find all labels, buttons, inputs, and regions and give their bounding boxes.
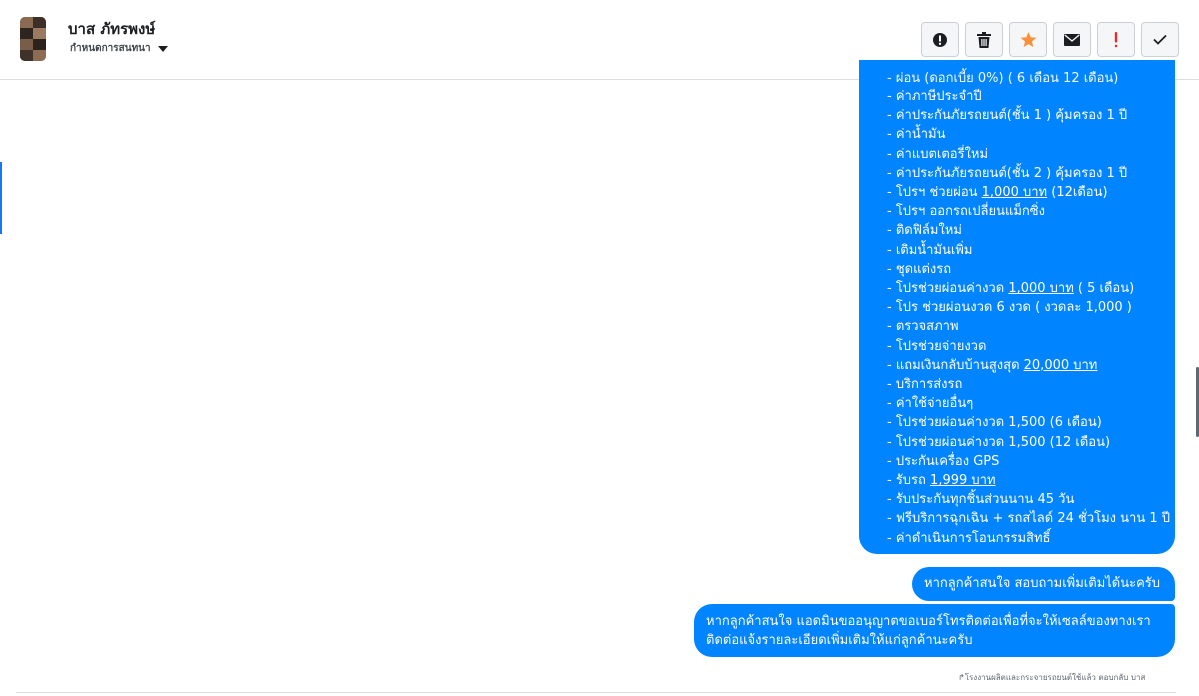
message-bubble[interactable]: หากลูกค้าสนใจ สอบถามเพิ่มเติมได้นะครับ xyxy=(912,567,1175,601)
line-text: - ค่าใช้จ่ายอื่นๆ xyxy=(887,396,974,412)
line-text: - โปร ช่วยผ่อนงวด 6 งวด ( งวดละ 1,000 ) xyxy=(887,300,1132,316)
line-text: - ค่าแบตเตอรี่ใหม่ xyxy=(887,146,989,162)
line-text: - โปรฯ ช่วยผ่อน xyxy=(887,185,982,201)
conversation-toolbar xyxy=(921,22,1179,57)
caret-down-icon xyxy=(157,45,168,52)
message-line: - รับรถ 1,999 บาท xyxy=(887,471,1170,490)
envelope-icon xyxy=(1064,33,1080,46)
message-line: - เติมน้ำมันเพิ่ม xyxy=(887,241,1170,260)
exclamation-icon xyxy=(1114,31,1118,47)
avatar[interactable] xyxy=(20,17,46,61)
selection-marker xyxy=(0,162,2,234)
line-text: - โปรช่วยจ่ายงวด xyxy=(887,338,987,354)
contact-name[interactable]: บาส ภัทรพงษ์ xyxy=(68,17,155,41)
line-text: - โปรช่วยผ่อนค่างวด 1,500 (6 เดือน) xyxy=(887,415,1102,431)
assign-conversation-label: กำหนดการสนทนา xyxy=(70,43,151,54)
line-text: ( 5 เดือน) xyxy=(1073,281,1135,297)
price-link[interactable]: 1,000 บาท xyxy=(1008,281,1073,296)
composer-divider xyxy=(16,692,1176,693)
assign-conversation-dropdown[interactable]: กำหนดการสนทนา xyxy=(70,41,168,56)
price-link[interactable]: 1,999 บาท xyxy=(930,473,995,488)
message-line: - ผ่อน (ดอกเบี้ย 0%) ( 6 เดือน 12 เดือน) xyxy=(887,71,1119,86)
message-line: - โปรช่วยจ่ายงวด xyxy=(887,337,1170,356)
message-line: หากลูกค้าสนใจ แอดมินขออนุญาตขอเบอร์โทรติ… xyxy=(706,614,1151,629)
line-text: - ค่าภาษีประจำปี xyxy=(887,89,982,104)
message-bubble[interactable]: หากลูกค้าสนใจ แอดมินขออนุญาตขอเบอร์โทรติ… xyxy=(694,604,1175,657)
delete-button[interactable] xyxy=(965,22,1003,57)
message-line: - ประกันเครื่อง GPS xyxy=(887,452,1170,471)
line-text: - ค่าน้ำมัน xyxy=(887,127,946,143)
message-line: - รับประกันทุกชิ้นส่วนนาน 45 วัน xyxy=(887,490,1170,509)
message-line: - ติดฟิล์มใหม่ xyxy=(887,221,1170,240)
star-icon xyxy=(1020,31,1036,47)
message-line: - บริการส่งรถ xyxy=(887,375,1170,394)
message-list: - ค่าภาษีประจำปี - ค่าประกันภัยรถยนต์(ชั้… xyxy=(887,87,1170,548)
message-line: - แถมเงินกลับบ้านสูงสุด 20,000 บาท xyxy=(887,356,1170,375)
email-button[interactable] xyxy=(1053,22,1091,57)
message-line: - โปรฯ ช่วยผ่อน 1,000 บาท (12เดือน) xyxy=(887,183,1170,202)
message-line: - โปร ช่วยผ่อนงวด 6 งวด ( งวดละ 1,000 ) xyxy=(887,298,1170,317)
message-line: - ชุดแต่งรถ xyxy=(887,260,1170,279)
message-line: - โปรช่วยผ่อนค่างวด 1,500 (6 เดือน) xyxy=(887,413,1170,432)
message-line: - ตรวจสภาพ xyxy=(887,317,1170,336)
trash-icon xyxy=(977,31,991,48)
line-text: - ค่าดำเนินการโอนกรรมสิทธิ์ xyxy=(887,530,1051,546)
message-line: - โปรช่วยผ่อนค่างวด 1,000 บาท ( 5 เดือน) xyxy=(887,279,1170,298)
line-text: (12เดือน) xyxy=(1047,185,1108,201)
line-text: - ค่าประกันภัยรถยนต์(ชั้น 1 ) คุ้มครอง 1… xyxy=(887,108,1128,124)
line-text: - บริการส่งรถ xyxy=(887,377,963,393)
line-text: - ติดฟิล์มใหม่ xyxy=(887,223,962,239)
line-text: - ประกันเครื่อง GPS xyxy=(887,453,1000,469)
mark-done-button[interactable] xyxy=(1141,22,1179,57)
message-line: - ค่าประกันภัยรถยนต์(ชั้น 1 ) คุ้มครอง 1… xyxy=(887,106,1170,125)
message-line: ติดต่อแจ้งรายละเอียดเพิ่มเติมให้แก่ลูกค้… xyxy=(706,633,973,648)
message-line: - ค่าน้ำมัน xyxy=(887,125,1170,144)
mark-spam-button[interactable] xyxy=(921,22,959,57)
line-text: - ฟรีบริการฉุกเฉิน + รถสไลด์ 24 ชั่วโมง … xyxy=(887,511,1171,527)
message-line: - ค่าแบตเตอรี่ใหม่ xyxy=(887,145,1170,164)
line-text: - โปรช่วยผ่อนค่างวด 1,500 (12 เดือน) xyxy=(887,434,1111,450)
message-line: - ค่าภาษีประจำปี xyxy=(887,87,1170,106)
reply-icon: ↱ xyxy=(958,673,965,682)
line-text: - โปรช่วยผ่อนค่างวด xyxy=(887,281,1009,297)
attribution-text: โรงงานผลิตและกระจายรถยนต์ใช้แล้ว ตอบกลับ… xyxy=(964,673,1146,682)
price-link[interactable]: 1,000 บาท xyxy=(982,185,1047,200)
message-line: - โปรฯ ออกรถเปลี่ยนแม็กซิ่ง xyxy=(887,202,1170,221)
star-button[interactable] xyxy=(1009,22,1047,57)
message-bubble[interactable]: - ผ่อน (ดอกเบี้ย 0%) ( 6 เดือน 12 เดือน)… xyxy=(859,60,1175,554)
line-text: - ตรวจสภาพ xyxy=(887,319,959,335)
line-text: - ชุดแต่งรถ xyxy=(887,261,952,277)
alert-circle-icon xyxy=(933,32,947,47)
message-line: - ค่าใช้จ่ายอื่นๆ xyxy=(887,394,1170,413)
message-line: - โปรช่วยผ่อนค่างวด 1,500 (12 เดือน) xyxy=(887,433,1170,452)
line-text: - ค่าประกันภัยรถยนต์(ชั้น 2 ) คุ้มครอง 1… xyxy=(887,165,1128,181)
line-text: - โปรฯ ออกรถเปลี่ยนแม็กซิ่ง xyxy=(887,204,1045,220)
mark-important-button[interactable] xyxy=(1097,22,1135,57)
line-text: - รับรถ xyxy=(887,473,931,489)
price-link[interactable]: 20,000 บาท xyxy=(1024,358,1098,373)
message-line: - ฟรีบริการฉุกเฉิน + รถสไลด์ 24 ชั่วโมง … xyxy=(887,509,1170,528)
message-line: - ค่าประกันภัยรถยนต์(ชั้น 2 ) คุ้มครอง 1… xyxy=(887,164,1170,183)
line-text: - เติมน้ำมันเพิ่ม xyxy=(887,242,973,258)
sender-attribution: ↱โรงงานผลิตและกระจายรถยนต์ใช้แล้ว ตอบกลั… xyxy=(958,671,1145,684)
message-line: - ค่าดำเนินการโอนกรรมสิทธิ์ xyxy=(887,529,1170,548)
check-icon xyxy=(1153,34,1167,45)
line-text: - แถมเงินกลับบ้านสูงสุด xyxy=(887,357,1024,373)
line-text: - รับประกันทุกชิ้นส่วนนาน 45 วัน xyxy=(887,492,1075,508)
